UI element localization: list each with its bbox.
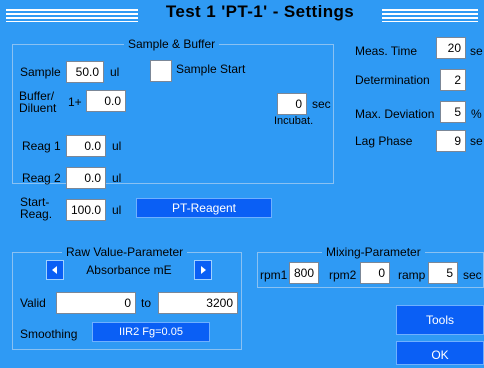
ramp-label: ramp (398, 268, 426, 282)
rpm2-field[interactable]: 0 (360, 262, 390, 284)
valid-label: Valid (20, 296, 46, 310)
incubation-time-field[interactable]: 0 (277, 93, 307, 115)
buffer-volume-field[interactable]: 0.0 (86, 90, 126, 112)
title-stripes-right (382, 9, 478, 22)
meas-time-label: Meas. Time (355, 44, 418, 58)
max-deviation-label: Max. Deviation (355, 107, 435, 121)
meas-time-field[interactable]: 20 (436, 37, 466, 59)
mixing-title: Mixing-Parameter (322, 245, 425, 259)
incubation-label: Incubat. (274, 115, 314, 127)
reag2-label: Reag 2 (22, 171, 61, 185)
start-reag-label: Start- Reag. (20, 196, 52, 220)
raw-value-prev-button[interactable] (46, 260, 64, 280)
smoothing-label: Smoothing (20, 327, 78, 341)
ramp-unit: sec (463, 268, 482, 282)
rpm1-label: rpm1 (260, 268, 288, 282)
reag2-volume-field[interactable]: 0.0 (66, 167, 106, 189)
lag-phase-label: Lag Phase (355, 134, 413, 148)
reag1-unit: ul (112, 139, 122, 153)
sample-unit: ul (110, 65, 120, 79)
title-stripes-left (6, 9, 138, 22)
tools-button[interactable]: Tools (396, 305, 484, 335)
sample-start-label: Sample Start (176, 62, 246, 76)
start-label-line2: Reag. (20, 207, 53, 221)
lag-phase-field[interactable]: 9 (436, 130, 466, 152)
buffer-ratio-prefix: 1+ (68, 95, 82, 109)
valid-to-field[interactable]: 3200 (158, 292, 238, 314)
lag-phase-unit: se (470, 134, 483, 148)
page-title: Test 1 'PT-1' - Settings (165, 2, 355, 21)
start-reag-unit: ul (112, 203, 122, 217)
buffer-diluent-label: Buffer/ Diluent (19, 90, 56, 114)
determination-field[interactable]: 2 (440, 69, 466, 91)
meas-time-unit: se (470, 44, 483, 58)
reag1-label: Reag 1 (22, 139, 61, 153)
reag1-volume-field[interactable]: 0.0 (66, 135, 106, 157)
reag2-unit: ul (112, 171, 122, 185)
raw-value-selector[interactable]: Absorbance mE (64, 260, 194, 280)
sample-buffer-title: Sample & Buffer (124, 37, 220, 51)
buffer-label-line2: Diluent (19, 101, 57, 115)
rpm1-field[interactable]: 800 (289, 262, 319, 284)
valid-from-field[interactable]: 0 (56, 292, 136, 314)
ramp-field[interactable]: 5 (428, 262, 458, 284)
sample-volume-field[interactable]: 50.0 (66, 61, 104, 83)
max-deviation-unit: % (471, 107, 482, 121)
determination-label: Determination (355, 73, 430, 87)
ok-button[interactable]: OK (396, 341, 484, 365)
sample-start-checkbox[interactable] (150, 60, 172, 82)
title-bar: Test 1 'PT-1' - Settings (0, 0, 484, 30)
incubation-unit: sec (312, 97, 331, 111)
chevron-left-icon (52, 266, 57, 274)
valid-to-label: to (141, 296, 152, 310)
sample-label: Sample (20, 65, 61, 79)
raw-value-title: Raw Value-Parameter (62, 245, 188, 259)
pt-reagent-button[interactable]: PT-Reagent (136, 198, 272, 218)
max-deviation-field[interactable]: 5 (440, 101, 466, 123)
chevron-right-icon (201, 266, 206, 274)
raw-value-next-button[interactable] (194, 260, 212, 280)
smoothing-filter-button[interactable]: IIR2 Fg=0.05 (92, 322, 210, 342)
start-reag-volume-field[interactable]: 100.0 (66, 199, 106, 221)
rpm2-label: rpm2 (329, 268, 357, 282)
